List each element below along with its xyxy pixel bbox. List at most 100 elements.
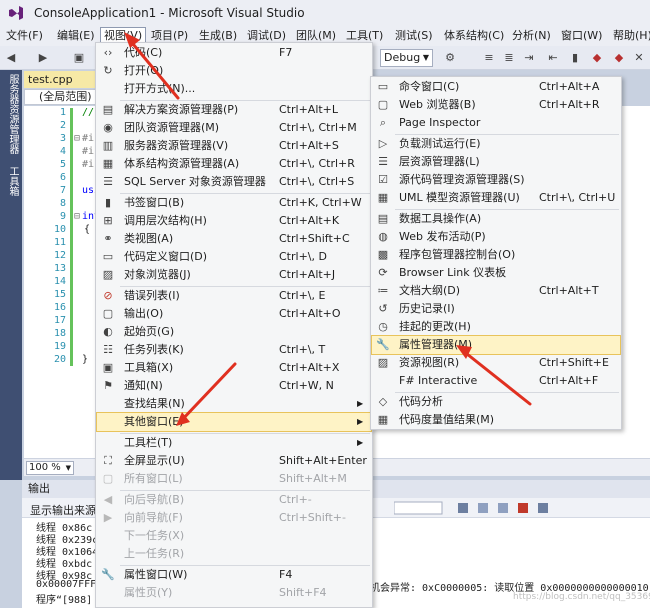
new-project-icon[interactable]: ▣ [72,51,86,65]
line-number: 12 [53,250,66,261]
toolbox-tab[interactable]: 工具箱 [5,166,20,196]
outdent-icon[interactable]: ⇤ [546,51,560,65]
forward-icon[interactable]: ▶ [36,51,50,65]
submenu-item-source-control[interactable]: ☑ 源代码管理资源管理器(S) [372,171,620,189]
submenu-item-code-analysis[interactable]: ◇ 代码分析 [372,393,620,411]
submenu-item-document-outline[interactable]: ≔ 文档大纲(D) Ctrl+Alt+T [372,282,620,300]
submenu-item-code-metrics[interactable]: ▦ 代码度量值结果(M) [372,411,620,429]
code-analysis-icon: ◇ [378,395,388,408]
view-menu-item-open[interactable]: ↻ 打开(O) [97,62,371,80]
view-menu-item-server-explorer[interactable]: ▥ 服务器资源管理器(V) Ctrl+Alt+S [97,137,371,155]
submenu-item-command-window[interactable]: ▭ 命令窗口(C) Ctrl+Alt+A [372,78,620,96]
solution-explorer-icon: ▤ [102,103,114,116]
submenu-item-web-publish[interactable]: ◍ Web 发布活动(P) [372,228,620,246]
view-menu-item-architecture-explorer[interactable]: ▦ 体系结构资源管理器(A) Ctrl+\, Ctrl+R [97,155,371,173]
view-menu-item-class-view[interactable]: ⚭ 类视图(A) Ctrl+Shift+C [97,230,371,248]
output-line: 程序“[988] [36,595,93,606]
view-menu-dropdown: ‹› 代码(C) F7 ↻ 打开(O) 打开方式(N)... ▤ 解决方案资源管理器(P… [95,42,373,608]
back-icon[interactable]: ◀ [4,51,18,65]
submenu-item-layer-explorer[interactable]: ☰ 层资源管理器(L) [372,153,620,171]
submenu-item-fsharp-interactive[interactable]: F# Interactive Ctrl+Alt+F [372,372,620,390]
submenu-arrow-icon: ▶ [357,399,364,408]
change-margin [70,108,73,366]
bookmark-icon: ▮ [104,196,112,209]
line-number: 9 [59,211,66,222]
comment-icon[interactable]: ≡ [482,51,496,65]
prev-bookmark-icon[interactable]: ◆ [590,51,604,65]
view-menu-item-find-results[interactable]: 查找结果(N) ▶ [97,395,371,413]
view-menu-item-bookmarks[interactable]: ▮ 书签窗口(B) Ctrl+K, Ctrl+W [97,194,371,212]
menu-architecture[interactable]: 体系结构(C) [441,27,507,45]
chevron-down-icon: ▼ [422,53,429,62]
view-menu-item-solution-explorer[interactable]: ▤ 解决方案资源管理器(P) Ctrl+Alt+L [97,101,371,119]
collapse-toggle-icon[interactable]: ⊟ [74,211,80,222]
notification-icon: ⚑ [103,379,113,392]
view-menu-item-open-with[interactable]: 打开方式(N)... [97,80,371,98]
document-tab[interactable]: test.cpp [24,71,104,88]
view-menu-item-sql-server[interactable]: ☰ SQL Server 对象资源管理器 Ctrl+\, Ctrl+S [97,173,371,191]
menu-analyze[interactable]: 分析(N) [509,27,554,45]
view-menu-item-other-windows[interactable]: 其他窗口(E) ▶ [96,412,372,432]
line-number: 15 [53,289,66,300]
clear-bookmarks-icon[interactable]: ✕ [632,51,646,65]
view-menu-item-properties-window[interactable]: 🔧 属性窗口(W) F4 [97,566,371,584]
submenu-item-history[interactable]: ↺ 历史记录(I) [372,300,620,318]
architecture-explorer-icon: ▦ [102,157,114,170]
other-windows-submenu: ▭ 命令窗口(C) Ctrl+Alt+A ▢ Web 浏览器(B) Ctrl+Alt+R… [370,76,622,430]
zoom-value: 100 % [29,462,61,473]
submenu-item-load-test[interactable]: ▷ 负载测试运行(E) [372,135,620,153]
document-outline-icon: ≔ [377,284,389,297]
fsharp-interactive-icon [376,374,390,388]
line-number: 7 [59,185,66,196]
code-line: // [82,107,95,118]
property-manager-icon: 🔧 [376,338,390,351]
view-menu-item-fullscreen[interactable]: ⛶ 全屏显示(U) Shift+Alt+Enter [97,452,371,470]
submenu-item-pending-changes[interactable]: ◷ 挂起的更改(H) [372,318,620,336]
configuration-select[interactable]: Debug ▼ [380,49,433,67]
view-menu-item-object-browser[interactable]: ▨ 对象浏览器(J) Ctrl+Alt+J [97,266,371,284]
view-menu-item-task-list[interactable]: ☷ 任务列表(K) Ctrl+\, T [97,341,371,359]
view-menu-item-code[interactable]: ‹› 代码(C) F7 [97,44,371,62]
line-number: 16 [53,302,66,313]
indent-icon[interactable]: ⇥ [522,51,536,65]
submenu-item-resource-view[interactable]: ▨ 资源视图(R) Ctrl+Shift+E [372,354,620,372]
server-explorer-tab[interactable]: 服务器资源管理器 [5,74,20,154]
view-menu-item-error-list[interactable]: ⊘ 错误列表(I) Ctrl+\, E [97,287,371,305]
submenu-item-package-manager[interactable]: ▩ 程序包管理器控制台(O) [372,246,620,264]
view-menu-item-team-explorer[interactable]: ◉ 团队资源管理器(M) Ctrl+\, Ctrl+M [97,119,371,137]
collapse-toggle-icon[interactable]: ⊟ [74,133,80,144]
view-menu-item-start-page[interactable]: ◐ 起始页(G) [97,323,371,341]
view-menu-item-call-hierarchy[interactable]: ⊞ 调用层次结构(H) Ctrl+Alt+K [97,212,371,230]
line-number: 4 [59,146,66,157]
bookmark-toolbar-icon[interactable]: ▮ [568,51,582,65]
menu-window[interactable]: 窗口(W) [558,27,605,45]
zoom-select[interactable]: 100 % ▼ [26,461,74,475]
server-explorer-icon: ▥ [102,139,114,152]
find-icon[interactable]: ⚙ [443,51,457,65]
side-panel-strip: 服务器资源管理器 工具箱 [0,70,22,480]
view-menu-item-navigate-back: ◀ 向后导航(B) Ctrl+- [97,491,371,509]
properties-window-icon: 🔧 [101,568,115,581]
submenu-item-web-browser[interactable]: ▢ Web 浏览器(B) Ctrl+Alt+R [372,96,620,114]
view-menu-item-toolbars[interactable]: 工具栏(T) ▶ [97,434,371,452]
submenu-item-data-tools[interactable]: ▤ 数据工具操作(A) [372,210,620,228]
menu-edit[interactable]: 编辑(E) [54,27,98,45]
submenu-item-browser-link[interactable]: ⟳ Browser Link 仪表板 [372,264,620,282]
code-line: } [82,354,89,365]
menu-help[interactable]: 帮助(H) [610,27,650,45]
submenu-item-page-inspector[interactable]: ⌕ Page Inspector [372,114,620,132]
view-menu-item-all-windows: ▢ 所有窗口(L) Shift+Alt+M [102,472,347,485]
uncomment-icon[interactable]: ≣ [502,51,516,65]
command-window-icon: ▭ [377,80,389,93]
view-menu-item-notifications[interactable]: ⚑ 通知(N) Ctrl+W, N [97,377,371,395]
menu-test[interactable]: 测试(S) [392,27,436,45]
chevron-down-icon: ▼ [65,464,71,472]
next-bookmark-icon[interactable]: ◆ [612,51,626,65]
sql-server-icon: ☰ [103,175,113,188]
submenu-item-uml-model[interactable]: ▦ UML 模型资源管理器(U) Ctrl+\, Ctrl+U [372,189,620,207]
submenu-item-property-manager[interactable]: 🔧 属性管理器(M) [371,335,621,355]
view-menu-item-toolbox[interactable]: ▣ 工具箱(X) Ctrl+Alt+X [97,359,371,377]
view-menu-item-output[interactable]: ▢ 输出(O) Ctrl+Alt+O [97,305,371,323]
view-menu-item-code-definition[interactable]: ▭ 代码定义窗口(D) Ctrl+\, D [97,248,371,266]
menu-file[interactable]: 文件(F) [3,27,46,45]
